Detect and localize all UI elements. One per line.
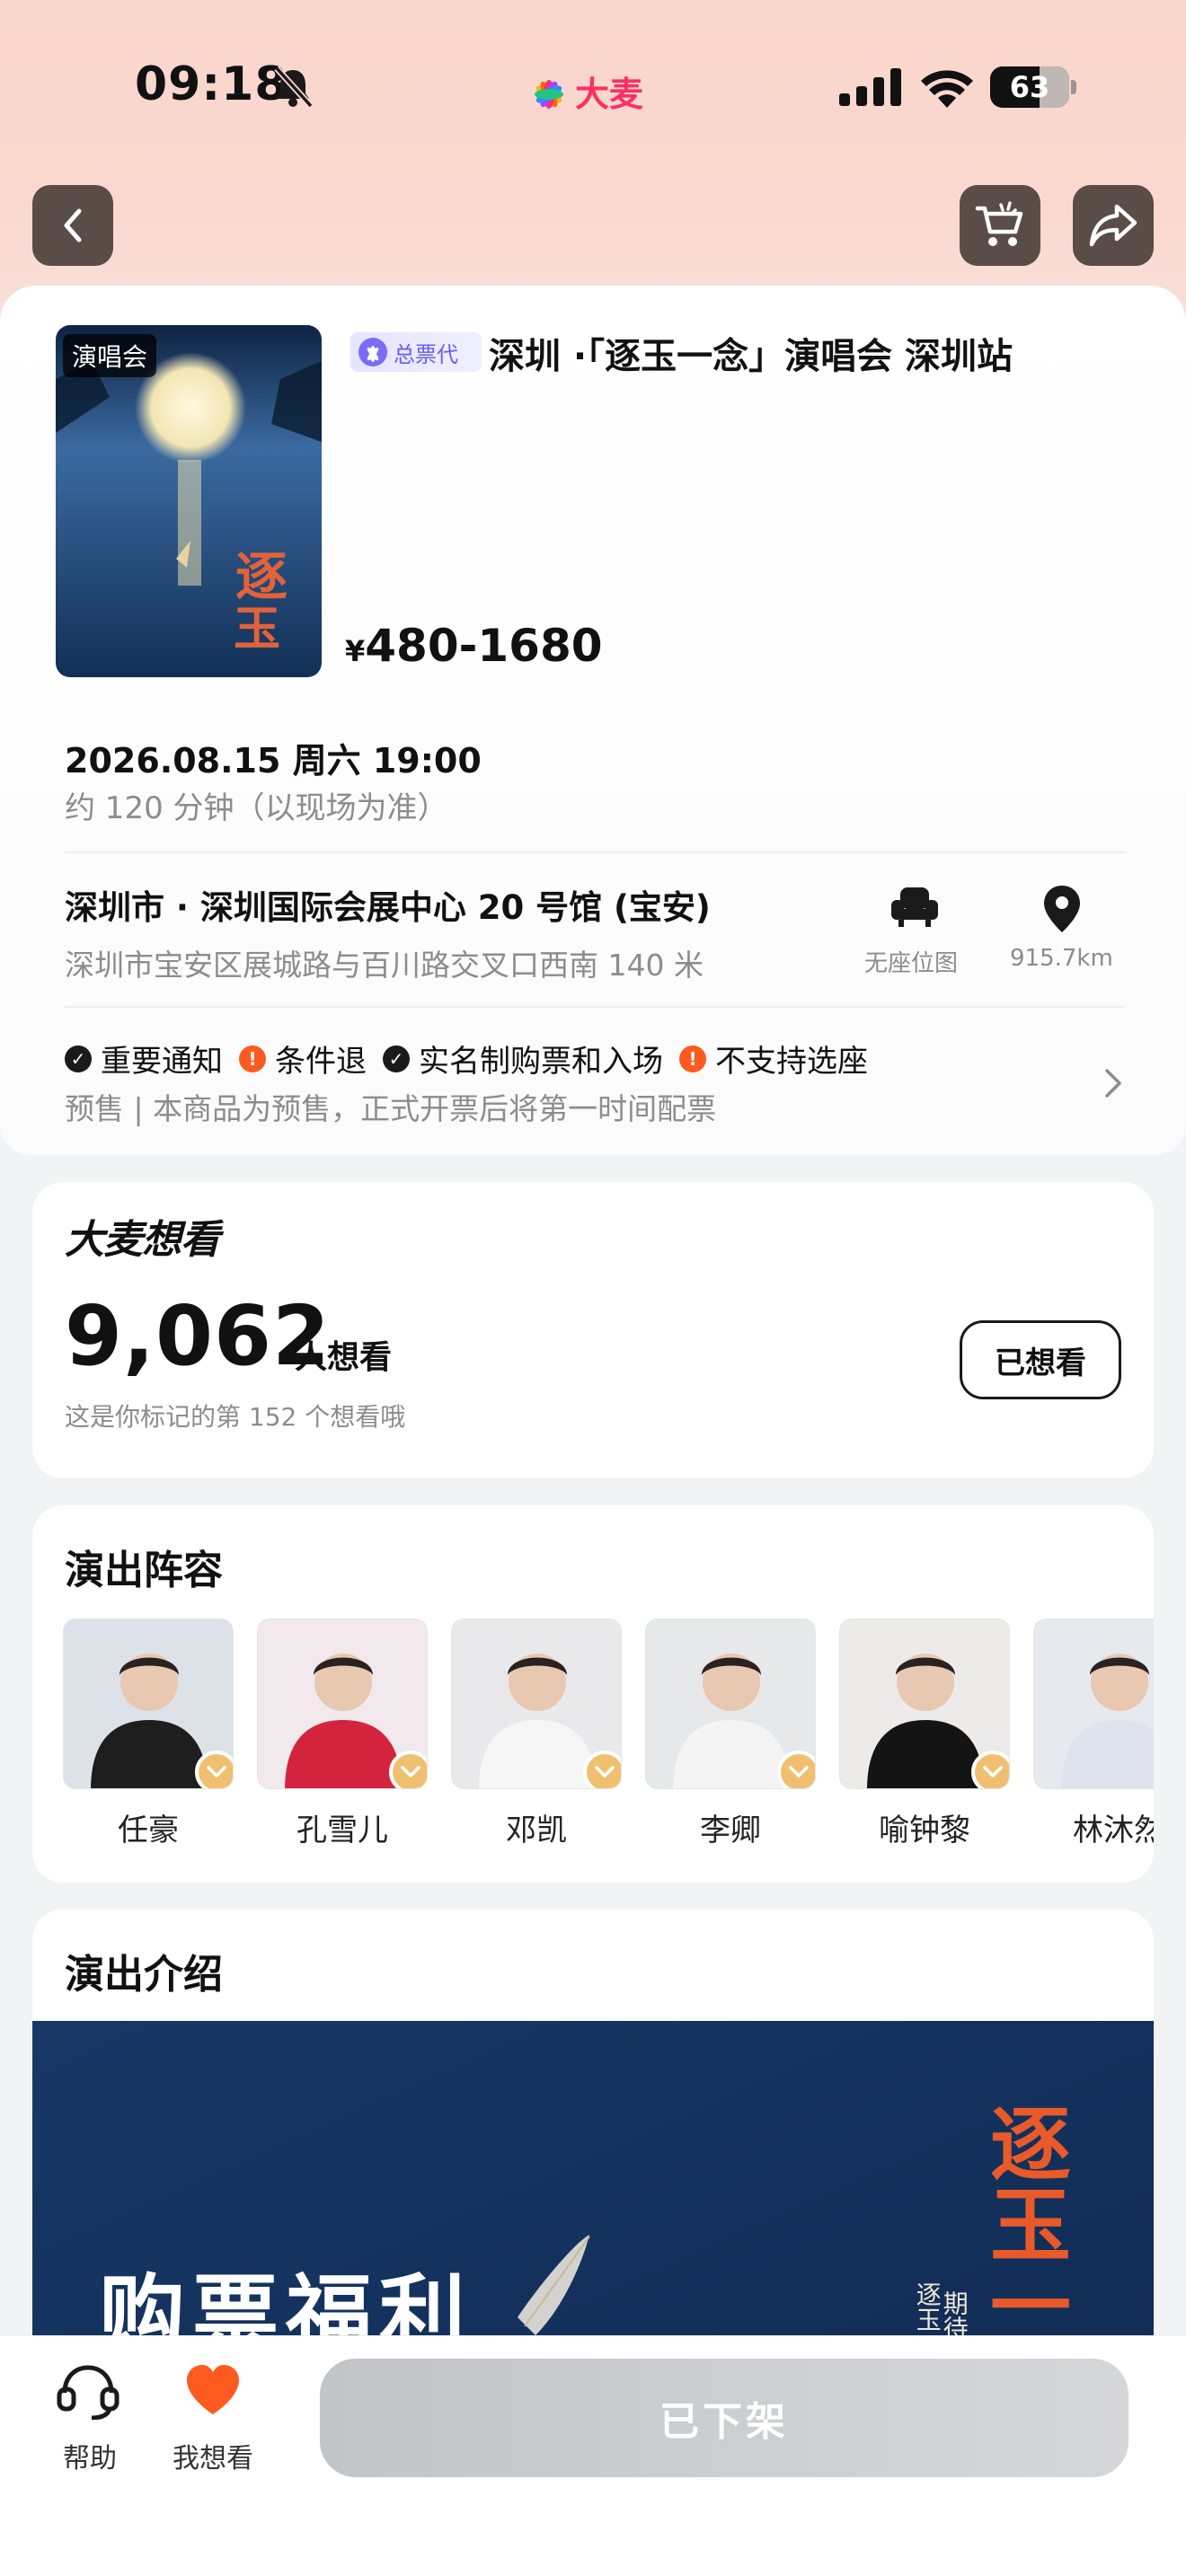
- check-circle-icon: ✓: [65, 1045, 92, 1072]
- notice-label: 条件退: [275, 1044, 367, 1080]
- price-currency: ¥: [345, 634, 366, 668]
- poster-image: 逐 玉: [56, 325, 322, 677]
- cast-name: 李卿: [700, 1813, 761, 1848]
- location-pin-icon[interactable]: [1040, 884, 1084, 934]
- divider: [65, 1006, 1125, 1008]
- warning-circle-icon: !: [239, 1045, 266, 1072]
- cast-name: 喻钟黎: [879, 1813, 970, 1848]
- cast-list[interactable]: 任豪 孔雪儿 邓凯 李卿 喻钟黎 林沐然: [63, 1619, 1154, 1852]
- notice-tags[interactable]: ✓ 重要通知 ! 条件退 ✓ 实名制购票和入场 ! 不支持选座: [65, 1037, 868, 1081]
- want-count-unit: 人想看: [295, 1339, 393, 1376]
- status-time: 09:18: [135, 57, 288, 111]
- cart-button[interactable]: [960, 185, 1040, 266]
- warning-circle-icon: !: [679, 1045, 706, 1072]
- battery-body: 63: [990, 66, 1069, 108]
- cast-photo: [257, 1619, 428, 1789]
- cast-photo: [839, 1619, 1010, 1789]
- wifi-icon: [921, 70, 973, 108]
- event-date: 2026.08.15 周六 19:00: [65, 741, 482, 781]
- cast-photo: [63, 1619, 234, 1789]
- heart-icon[interactable]: [183, 2362, 243, 2418]
- cast-section-title: 演出阵容: [65, 1548, 223, 1593]
- want-to-see-logo: 大麦想看: [65, 1217, 220, 1263]
- want-count: 9,062: [65, 1288, 332, 1384]
- share-button[interactable]: [1073, 185, 1154, 266]
- cast-name: 孔雪儿: [296, 1813, 388, 1848]
- seat-sofa-icon[interactable]: [890, 884, 940, 931]
- event-duration: 约 120 分钟（以现场为准）: [65, 790, 448, 826]
- cast-name: 邓凯: [506, 1813, 567, 1848]
- event-title: 深圳 ·「逐玉一念」演唱会 深圳站: [489, 336, 1013, 377]
- help-label[interactable]: 帮助: [63, 2436, 117, 2475]
- notice-label: 不支持选座: [715, 1044, 868, 1080]
- notice-important: ✓ 重要通知: [65, 1037, 223, 1081]
- agent-badge: 总票代: [350, 332, 482, 372]
- agent-badge-label: 总票代: [394, 341, 458, 367]
- bell-muted-icon: [274, 66, 314, 108]
- verified-badge-icon: [195, 1751, 233, 1788]
- svg-text:玉: 玉: [234, 602, 280, 657]
- event-poster[interactable]: 逐 玉: [56, 325, 322, 677]
- intro-section-title: 演出介绍: [65, 1952, 223, 1998]
- cast-member[interactable]: 邓凯: [451, 1619, 622, 1849]
- cast-member[interactable]: 孔雪儿: [257, 1619, 428, 1849]
- cast-photo: [451, 1619, 622, 1789]
- damai-logo-icon: [535, 79, 563, 109]
- cast-portrait: [1061, 1654, 1154, 1788]
- notice-seat: ! 不支持选座: [679, 1037, 868, 1081]
- cast-member[interactable]: 喻钟黎: [839, 1619, 1010, 1849]
- want-label[interactable]: 我想看: [173, 2436, 253, 2475]
- battery-indicator: 63: [990, 66, 1076, 108]
- chevron-right-icon[interactable]: [1103, 1065, 1125, 1101]
- notice-realname: ✓ 实名制购票和入场: [383, 1037, 663, 1081]
- cellular-signal-icon: [839, 68, 901, 106]
- agent-badge-icon: [358, 338, 387, 366]
- svg-text:逐: 逐: [235, 546, 288, 607]
- cast-photo: [645, 1619, 816, 1789]
- chevron-left-icon: [64, 208, 82, 243]
- seat-map-label: 无座位图: [864, 950, 959, 977]
- event-price: ¥480-1680: [345, 620, 603, 672]
- share-icon: [1089, 204, 1137, 247]
- cast-name: 林沐然: [1073, 1813, 1154, 1848]
- distance-label: 915.7km: [1010, 945, 1113, 972]
- venue-name[interactable]: 深圳市 · 深圳国际会展中心 20 号馆 (宝安): [65, 880, 711, 929]
- battery-cap: [1071, 80, 1076, 94]
- verified-badge-icon: [971, 1751, 1009, 1788]
- brand-name: 大麦: [575, 75, 644, 114]
- cast-member[interactable]: 李卿: [645, 1619, 816, 1849]
- notice-label: 重要通知: [101, 1044, 223, 1080]
- notice-label: 实名制购票和入场: [419, 1044, 663, 1080]
- venue-address[interactable]: 深圳市宝安区展城路与百川路交叉口西南 140 米: [65, 941, 704, 984]
- verified-badge-icon: [389, 1751, 427, 1788]
- cast-member[interactable]: 林沐然: [1033, 1619, 1154, 1849]
- cast-member[interactable]: 任豪: [63, 1619, 234, 1849]
- verified-badge-icon: [777, 1751, 815, 1788]
- poster-category-tag: 演唱会: [63, 334, 157, 377]
- presale-notice: 预售 | 本商品为预售，正式开票后将第一时间配票: [65, 1091, 717, 1126]
- off-shelf-button[interactable]: 已下架: [320, 2359, 1128, 2477]
- cast-name: 任豪: [118, 1813, 179, 1848]
- back-button[interactable]: [32, 185, 113, 266]
- already-wanted-button[interactable]: 已想看: [960, 1320, 1121, 1399]
- want-note: 这是你标记的第 152 个想看哦: [65, 1402, 406, 1432]
- status-bar: 09:18 大麦 63: [0, 0, 1186, 180]
- divider: [65, 851, 1125, 853]
- cast-photo: [1033, 1619, 1154, 1789]
- notice-refund: ! 条件退: [239, 1037, 367, 1081]
- price-range: 480-1680: [365, 620, 603, 672]
- headset-help-icon[interactable]: [56, 2362, 120, 2420]
- check-circle-icon: ✓: [383, 1045, 410, 1072]
- cart-icon: [975, 201, 1023, 246]
- verified-badge-icon: [583, 1751, 621, 1788]
- battery-percent: 63: [1009, 70, 1050, 104]
- app-brand: 大麦: [528, 66, 643, 116]
